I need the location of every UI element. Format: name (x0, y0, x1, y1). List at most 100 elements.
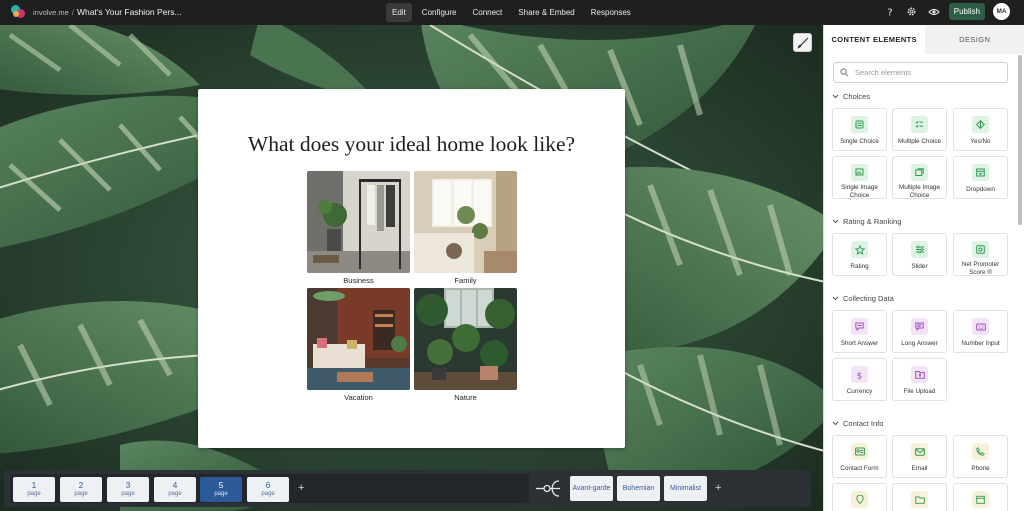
svg-text:?: ? (887, 7, 892, 17)
element-label: Single Image Choice (841, 184, 878, 199)
choice-label: Vacation (344, 393, 373, 402)
section-collecting-header[interactable]: Collecting Data (832, 294, 894, 303)
element-folder[interactable] (892, 483, 947, 511)
element-file-upload[interactable]: File Upload (892, 358, 947, 401)
element-label: Yes/No (970, 138, 991, 145)
page-label: page (121, 491, 135, 497)
page-tab-3[interactable]: 3 page (107, 477, 149, 502)
page-tab-1[interactable]: 1 page (13, 477, 55, 502)
nav-share-embed[interactable]: Share & Embed (512, 3, 580, 22)
element-net-promoter-score[interactable]: Net Promoter Score ® (953, 233, 1008, 276)
top-actions: ? Publish MA (883, 3, 1010, 20)
search-icon (840, 68, 849, 77)
nav-edit[interactable]: Edit (386, 3, 412, 22)
number-input-icon: 12 (972, 318, 989, 335)
element-single-choice[interactable]: Single Choice (832, 108, 887, 151)
page-label: page (214, 491, 228, 497)
brush-icon (797, 37, 808, 48)
contact-form-icon (851, 443, 868, 460)
element-slider[interactable]: Slider (892, 233, 947, 276)
folder-icon (911, 491, 928, 508)
app-logo-icon[interactable] (11, 5, 25, 19)
add-page-button[interactable]: + (298, 482, 304, 494)
element-label: Email (911, 465, 928, 472)
slider-icon (911, 241, 928, 258)
element-label: Net Promoter Score ® (961, 261, 1000, 276)
choice-label: Nature (454, 393, 477, 402)
element-rating[interactable]: Rating (832, 233, 887, 276)
page-tab-2[interactable]: 2 page (60, 477, 102, 502)
nav-configure[interactable]: Configure (416, 3, 463, 22)
section-choices-header[interactable]: Choices (832, 92, 870, 101)
choice-image-business (307, 171, 410, 273)
section-rating-header[interactable]: Rating & Ranking (832, 217, 901, 226)
section-title: Collecting Data (843, 294, 894, 303)
element-email[interactable]: Email (892, 435, 947, 478)
add-outcome-button[interactable]: + (715, 482, 721, 494)
element-phone[interactable]: Phone (953, 435, 1008, 478)
help-icon[interactable]: ? (883, 5, 897, 19)
nav-responses[interactable]: Responses (585, 3, 637, 22)
chevron-down-icon (832, 419, 839, 428)
choice-family[interactable]: Family (414, 171, 517, 285)
element-currency[interactable]: $ Currency (832, 358, 887, 401)
element-single-image-choice[interactable]: Single Image Choice (832, 156, 887, 199)
yes-no-icon (972, 116, 989, 133)
choice-business[interactable]: Business (307, 171, 410, 285)
element-date[interactable] (953, 483, 1008, 511)
design-brush-button[interactable] (793, 33, 812, 52)
multiple-choice-icon (911, 116, 928, 133)
user-avatar[interactable]: MA (993, 3, 1010, 20)
section-contact-header[interactable]: Contact Info (832, 419, 883, 428)
choice-image-nature (414, 288, 517, 390)
email-icon (911, 443, 928, 460)
panel-scrollbar[interactable] (1018, 55, 1022, 225)
question-title[interactable]: What does your ideal home look like? (198, 132, 625, 157)
choice-image-vacation (307, 288, 410, 390)
nav-connect[interactable]: Connect (466, 3, 508, 22)
page-number: 2 (78, 480, 84, 490)
tab-content-elements[interactable]: CONTENT ELEMENTS (824, 25, 925, 54)
main-nav: Edit Configure Connect Share & Embed Res… (386, 3, 637, 22)
settings-icon[interactable] (905, 5, 919, 19)
page-tab-5[interactable]: 5 page (200, 477, 242, 502)
publish-button[interactable]: Publish (948, 3, 985, 20)
page-label: page (168, 491, 182, 497)
element-number-input[interactable]: 12 Number Input (953, 310, 1008, 353)
elements-panel: CONTENT ELEMENTS DESIGN Choices Single C… (823, 25, 1024, 511)
top-bar: involve.me / What's Your Fashion Pers...… (0, 0, 1024, 25)
page-tab-4[interactable]: 4 page (154, 477, 196, 502)
element-contact-form[interactable]: Contact Form (832, 435, 887, 478)
outcome-bohemian[interactable]: Bohemian (617, 476, 660, 501)
outcome-avant-garde[interactable]: Avant-garde (570, 476, 613, 501)
breadcrumb: involve.me / What's Your Fashion Pers... (33, 7, 182, 17)
pages-strip: 1 page 2 page 3 page 4 page 5 page 6 pag… (10, 474, 529, 503)
element-yes-no[interactable]: Yes/No (953, 108, 1008, 151)
project-title[interactable]: What's Your Fashion Pers... (77, 7, 182, 17)
tab-design[interactable]: DESIGN (924, 25, 1024, 54)
page-number: 5 (218, 480, 224, 490)
svg-text:12: 12 (978, 325, 984, 331)
section-title: Rating & Ranking (843, 217, 902, 226)
element-label: Contact Form (840, 465, 879, 472)
logic-branching-icon[interactable] (536, 478, 560, 499)
choice-vacation[interactable]: Vacation (307, 288, 410, 402)
panel-tabs: CONTENT ELEMENTS DESIGN (824, 25, 1024, 54)
outcome-minimalist[interactable]: Minimalist (664, 476, 707, 501)
page-tab-6[interactable]: 6 page (247, 477, 289, 502)
search-input[interactable] (855, 68, 995, 77)
element-short-answer[interactable]: Short Answer (832, 310, 887, 353)
element-multiple-choice[interactable]: Multiple Choice (892, 108, 947, 151)
star-icon (851, 241, 868, 258)
element-dropdown[interactable]: Dropdown (953, 156, 1008, 199)
element-address[interactable] (832, 483, 887, 511)
multiple-image-choice-icon (911, 164, 928, 181)
preview-eye-icon[interactable] (927, 5, 941, 19)
breadcrumb-brand[interactable]: involve.me (33, 8, 69, 17)
element-multiple-image-choice[interactable]: Multiple Image Choice (892, 156, 947, 199)
search-box (833, 62, 1008, 83)
choice-nature[interactable]: Nature (414, 288, 517, 402)
element-long-answer[interactable]: Long Answer (892, 310, 947, 353)
element-label: File Upload (903, 388, 936, 395)
question-card[interactable]: What does your ideal home look like? Bus… (198, 89, 625, 448)
